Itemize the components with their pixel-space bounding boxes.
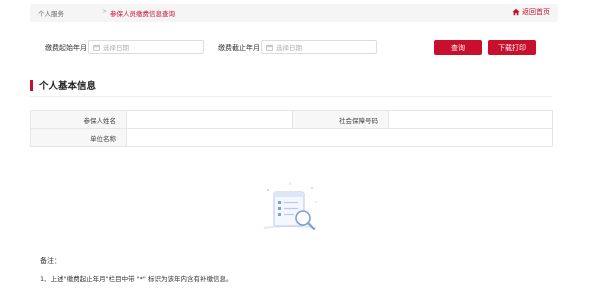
empty-data-illustration bbox=[263, 183, 317, 231]
name-value bbox=[126, 110, 293, 129]
end-month-label: 缴费截止年月 bbox=[218, 44, 260, 52]
calendar-icon bbox=[266, 44, 273, 51]
download-print-button[interactable]: 下载打印 bbox=[488, 40, 536, 55]
section-divider bbox=[30, 96, 552, 97]
name-label: 参保人姓名 bbox=[30, 110, 127, 129]
note-item: 1、上述"缴费起止年月"栏目中带 "*" 标识为该年内含有补缴信息。 bbox=[40, 275, 233, 283]
back-home-label: 返回首页 bbox=[522, 8, 550, 16]
breadcrumb-bar: 个人服务 > 参保人员缴费信息查询 返回首页 bbox=[30, 4, 558, 22]
table-row: 参保人姓名 社会保障号码 bbox=[30, 110, 553, 129]
personal-info-table: 参保人姓名 社会保障号码 单位名称 bbox=[30, 110, 553, 147]
breadcrumb-current: 参保人员缴费信息查询 bbox=[110, 10, 175, 18]
home-icon bbox=[512, 8, 520, 16]
unit-label: 单位名称 bbox=[30, 128, 127, 147]
section-title: 个人基本信息 bbox=[39, 81, 97, 92]
unit-value bbox=[126, 128, 553, 147]
section-accent-bar bbox=[30, 79, 33, 91]
table-row: 单位名称 bbox=[30, 128, 553, 147]
breadcrumb-home[interactable]: 个人服务 bbox=[38, 8, 64, 18]
ssn-label: 社会保障号码 bbox=[292, 110, 389, 129]
back-home-link[interactable]: 返回首页 bbox=[512, 7, 550, 17]
start-month-label: 缴费起始年月 bbox=[45, 44, 87, 52]
start-month-placeholder: 选择日期 bbox=[103, 44, 129, 52]
end-month-input[interactable]: 选择日期 bbox=[261, 40, 377, 54]
notes-title: 备注： bbox=[40, 257, 61, 265]
breadcrumb-separator: > bbox=[102, 8, 108, 15]
ssn-value bbox=[388, 110, 553, 129]
section-header: 个人基本信息 bbox=[30, 78, 96, 92]
calendar-icon bbox=[93, 44, 100, 51]
end-month-placeholder: 选择日期 bbox=[276, 44, 302, 52]
query-button[interactable]: 查询 bbox=[434, 40, 482, 55]
start-month-input[interactable]: 选择日期 bbox=[88, 40, 204, 54]
